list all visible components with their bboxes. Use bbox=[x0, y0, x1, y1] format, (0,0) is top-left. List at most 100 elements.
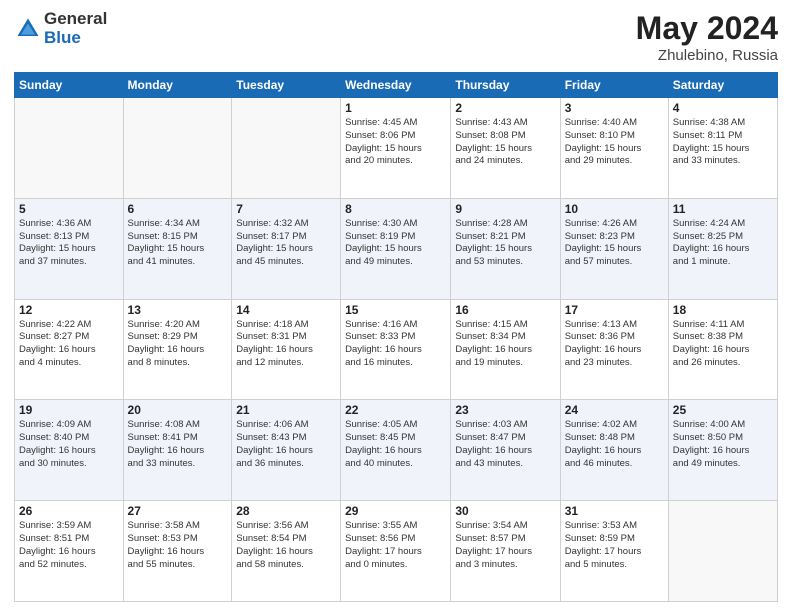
calendar-week-5: 26 Sunrise: 3:59 AM Sunset: 8:51 PM Dayli… bbox=[15, 501, 778, 602]
calendar-cell-29: 27 Sunrise: 3:58 AM Sunset: 8:53 PM Dayli… bbox=[123, 501, 232, 602]
day-number: 17 bbox=[565, 303, 664, 317]
calendar-cell-34 bbox=[668, 501, 777, 602]
day-number: 13 bbox=[128, 303, 228, 317]
logo-text: General Blue bbox=[44, 10, 107, 47]
calendar-cell-0 bbox=[15, 98, 124, 199]
calendar-cell-9: 7 Sunrise: 4:32 AM Sunset: 8:17 PM Daylig… bbox=[232, 198, 341, 299]
calendar-cell-22: 20Sunrise: 4:08 AM Sunset: 8:41 PM Dayli… bbox=[123, 400, 232, 501]
day-info: Sunrise: 4:28 AM Sunset: 8:21 PM Dayligh… bbox=[455, 218, 555, 269]
calendar-cell-20: 18 Sunrise: 4:11 AM Sunset: 8:38 PM Dayli… bbox=[668, 299, 777, 400]
calendar-header-sunday: Sunday bbox=[15, 73, 124, 98]
day-info: Sunrise: 4:20 AM Sunset: 8:29 PM Dayligh… bbox=[128, 319, 228, 370]
day-info: Sunrise: 3:56 AM Sunset: 8:54 PM Dayligh… bbox=[236, 520, 336, 571]
day-number: 24 bbox=[565, 403, 664, 417]
day-number: 27 bbox=[128, 504, 228, 518]
logo-general: General bbox=[44, 10, 107, 29]
calendar-cell-7: 5 Sunrise: 4:36 AM Sunset: 8:13 PM Daylig… bbox=[15, 198, 124, 299]
title-block: May 2024 Zhulebino, Russia bbox=[636, 10, 778, 64]
day-number: 2 bbox=[455, 101, 555, 115]
day-number: 26 bbox=[19, 504, 119, 518]
calendar-cell-30: 28 Sunrise: 3:56 AM Sunset: 8:54 PM Dayli… bbox=[232, 501, 341, 602]
day-number: 18 bbox=[673, 303, 773, 317]
day-info: Sunrise: 4:38 AM Sunset: 8:11 PM Dayligh… bbox=[673, 117, 773, 168]
day-info: Sunrise: 4:05 AM Sunset: 8:45 PM Dayligh… bbox=[345, 419, 446, 470]
day-number: 9 bbox=[455, 202, 555, 216]
calendar-cell-24: 22Sunrise: 4:05 AM Sunset: 8:45 PM Dayli… bbox=[341, 400, 451, 501]
calendar-cell-13: 11Sunrise: 4:24 AM Sunset: 8:25 PM Dayli… bbox=[668, 198, 777, 299]
calendar-cell-19: 17Sunrise: 4:13 AM Sunset: 8:36 PM Dayli… bbox=[560, 299, 668, 400]
calendar-cell-21: 19Sunrise: 4:09 AM Sunset: 8:40 PM Dayli… bbox=[15, 400, 124, 501]
day-number: 30 bbox=[455, 504, 555, 518]
day-number: 23 bbox=[455, 403, 555, 417]
calendar-cell-11: 9 Sunrise: 4:28 AM Sunset: 8:21 PM Daylig… bbox=[451, 198, 560, 299]
logo-blue: Blue bbox=[44, 29, 107, 48]
day-info: Sunrise: 4:02 AM Sunset: 8:48 PM Dayligh… bbox=[565, 419, 664, 470]
calendar-cell-1 bbox=[123, 98, 232, 199]
day-info: Sunrise: 4:06 AM Sunset: 8:43 PM Dayligh… bbox=[236, 419, 336, 470]
day-number: 15 bbox=[345, 303, 446, 317]
day-number: 16 bbox=[455, 303, 555, 317]
calendar-cell-17: 15 Sunrise: 4:16 AM Sunset: 8:33 PM Dayli… bbox=[341, 299, 451, 400]
calendar-week-3: 12 Sunrise: 4:22 AM Sunset: 8:27 PM Dayli… bbox=[15, 299, 778, 400]
calendar-header-friday: Friday bbox=[560, 73, 668, 98]
calendar-header-monday: Monday bbox=[123, 73, 232, 98]
day-info: Sunrise: 4:03 AM Sunset: 8:47 PM Dayligh… bbox=[455, 419, 555, 470]
calendar-header-tuesday: Tuesday bbox=[232, 73, 341, 98]
calendar-header-row: SundayMondayTuesdayWednesdayThursdayFrid… bbox=[15, 73, 778, 98]
calendar-header-wednesday: Wednesday bbox=[341, 73, 451, 98]
day-number: 7 bbox=[236, 202, 336, 216]
calendar-cell-16: 14Sunrise: 4:18 AM Sunset: 8:31 PM Dayli… bbox=[232, 299, 341, 400]
day-number: 1 bbox=[345, 101, 446, 115]
title-month: May 2024 bbox=[636, 10, 778, 47]
day-info: Sunrise: 4:22 AM Sunset: 8:27 PM Dayligh… bbox=[19, 319, 119, 370]
day-info: Sunrise: 3:59 AM Sunset: 8:51 PM Dayligh… bbox=[19, 520, 119, 571]
day-number: 8 bbox=[345, 202, 446, 216]
day-info: Sunrise: 3:58 AM Sunset: 8:53 PM Dayligh… bbox=[128, 520, 228, 571]
calendar-cell-26: 24 Sunrise: 4:02 AM Sunset: 8:48 PM Dayli… bbox=[560, 400, 668, 501]
day-info: Sunrise: 4:36 AM Sunset: 8:13 PM Dayligh… bbox=[19, 218, 119, 269]
calendar-week-2: 5 Sunrise: 4:36 AM Sunset: 8:13 PM Daylig… bbox=[15, 198, 778, 299]
day-number: 4 bbox=[673, 101, 773, 115]
calendar-cell-27: 25Sunrise: 4:00 AM Sunset: 8:50 PM Dayli… bbox=[668, 400, 777, 501]
day-number: 29 bbox=[345, 504, 446, 518]
day-info: Sunrise: 4:34 AM Sunset: 8:15 PM Dayligh… bbox=[128, 218, 228, 269]
calendar-week-1: 1 Sunrise: 4:45 AM Sunset: 8:06 PM Daylig… bbox=[15, 98, 778, 199]
day-info: Sunrise: 4:16 AM Sunset: 8:33 PM Dayligh… bbox=[345, 319, 446, 370]
calendar-cell-6: 4 Sunrise: 4:38 AM Sunset: 8:11 PM Daylig… bbox=[668, 98, 777, 199]
calendar-cell-25: 23 Sunrise: 4:03 AM Sunset: 8:47 PM Dayli… bbox=[451, 400, 560, 501]
calendar-cell-31: 29Sunrise: 3:55 AM Sunset: 8:56 PM Dayli… bbox=[341, 501, 451, 602]
day-info: Sunrise: 3:54 AM Sunset: 8:57 PM Dayligh… bbox=[455, 520, 555, 571]
calendar-cell-2 bbox=[232, 98, 341, 199]
day-number: 5 bbox=[19, 202, 119, 216]
header: General Blue May 2024 Zhulebino, Russia bbox=[14, 10, 778, 64]
calendar-cell-3: 1 Sunrise: 4:45 AM Sunset: 8:06 PM Daylig… bbox=[341, 98, 451, 199]
calendar-cell-5: 3 Sunrise: 4:40 AM Sunset: 8:10 PM Daylig… bbox=[560, 98, 668, 199]
calendar-week-4: 19Sunrise: 4:09 AM Sunset: 8:40 PM Dayli… bbox=[15, 400, 778, 501]
day-info: Sunrise: 4:18 AM Sunset: 8:31 PM Dayligh… bbox=[236, 319, 336, 370]
logo: General Blue bbox=[14, 10, 107, 47]
day-info: Sunrise: 4:08 AM Sunset: 8:41 PM Dayligh… bbox=[128, 419, 228, 470]
day-number: 28 bbox=[236, 504, 336, 518]
day-info: Sunrise: 4:11 AM Sunset: 8:38 PM Dayligh… bbox=[673, 319, 773, 370]
calendar-cell-4: 2 Sunrise: 4:43 AM Sunset: 8:08 PM Daylig… bbox=[451, 98, 560, 199]
calendar-header-thursday: Thursday bbox=[451, 73, 560, 98]
day-info: Sunrise: 4:40 AM Sunset: 8:10 PM Dayligh… bbox=[565, 117, 664, 168]
calendar-cell-33: 31Sunrise: 3:53 AM Sunset: 8:59 PM Dayli… bbox=[560, 501, 668, 602]
day-info: Sunrise: 4:30 AM Sunset: 8:19 PM Dayligh… bbox=[345, 218, 446, 269]
title-location: Zhulebino, Russia bbox=[636, 47, 778, 64]
day-number: 12 bbox=[19, 303, 119, 317]
calendar-cell-8: 6Sunrise: 4:34 AM Sunset: 8:15 PM Daylig… bbox=[123, 198, 232, 299]
day-number: 21 bbox=[236, 403, 336, 417]
day-number: 3 bbox=[565, 101, 664, 115]
day-info: Sunrise: 4:15 AM Sunset: 8:34 PM Dayligh… bbox=[455, 319, 555, 370]
day-info: Sunrise: 3:53 AM Sunset: 8:59 PM Dayligh… bbox=[565, 520, 664, 571]
calendar-cell-18: 16 Sunrise: 4:15 AM Sunset: 8:34 PM Dayli… bbox=[451, 299, 560, 400]
logo-icon bbox=[14, 15, 42, 43]
calendar-cell-15: 13 Sunrise: 4:20 AM Sunset: 8:29 PM Dayli… bbox=[123, 299, 232, 400]
day-info: Sunrise: 4:45 AM Sunset: 8:06 PM Dayligh… bbox=[345, 117, 446, 168]
day-info: Sunrise: 4:32 AM Sunset: 8:17 PM Dayligh… bbox=[236, 218, 336, 269]
day-info: Sunrise: 4:43 AM Sunset: 8:08 PM Dayligh… bbox=[455, 117, 555, 168]
calendar-header-saturday: Saturday bbox=[668, 73, 777, 98]
day-number: 25 bbox=[673, 403, 773, 417]
day-info: Sunrise: 4:09 AM Sunset: 8:40 PM Dayligh… bbox=[19, 419, 119, 470]
